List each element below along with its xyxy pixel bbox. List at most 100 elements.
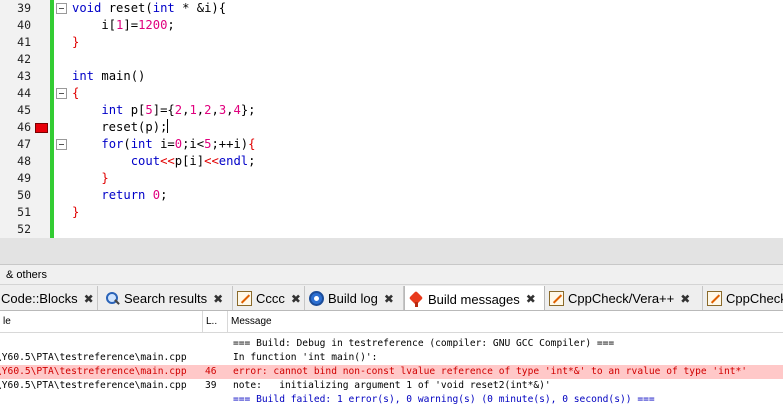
code-text[interactable]: i[1]=1200; <box>72 17 174 34</box>
line-number: 52 <box>17 222 31 236</box>
tab-label: Search results <box>124 291 208 306</box>
code-token: int <box>72 69 95 83</box>
close-icon[interactable]: ✖ <box>680 292 690 306</box>
search-icon <box>105 291 120 306</box>
code-token: 1200 <box>138 18 168 32</box>
code-line[interactable]: 51} <box>0 204 783 221</box>
code-text[interactable]: return 0; <box>72 187 167 204</box>
code-token: << <box>204 154 219 168</box>
code-line[interactable]: 46 reset(p); <box>0 119 783 136</box>
table-row[interactable]: === Build failed: 1 error(s), 0 warning(… <box>0 393 783 407</box>
code-text[interactable]: int main() <box>72 68 145 85</box>
tab-search-results[interactable]: Search results ✖ <box>101 286 233 310</box>
tab-cppcheck-vera[interactable]: CppCheck/Vera++ ✖ <box>545 286 703 310</box>
code-token: , <box>211 103 219 117</box>
cell-message: === Build: Debug in testreference (compi… <box>233 338 615 349</box>
table-row[interactable]: \Y60.5\PTA\testreference\main.cpp In func… <box>0 351 783 365</box>
code-text[interactable]: { <box>72 85 79 102</box>
code-line[interactable]: 43 int main() <box>0 68 783 85</box>
code-token: ( <box>123 137 131 151</box>
table-row[interactable]: \Y60.5\PTA\testreference\main.cpp 46 error… <box>0 365 783 379</box>
cell-message: In function 'int main()': <box>233 352 378 363</box>
line-number: 47 <box>17 137 31 151</box>
logs-tab-bar: Code::Blocks ✖ Search results ✖ Cccc ✖ Build l… <box>0 285 783 311</box>
tab-label: Code::Blocks <box>1 291 78 306</box>
tab-label: Cccc <box>256 291 285 306</box>
tab-cccc[interactable]: Cccc ✖ <box>233 286 305 310</box>
close-icon[interactable]: ✖ <box>213 292 223 306</box>
code-line[interactable]: 40 i[1]=1200; <box>0 17 783 34</box>
close-icon[interactable]: ✖ <box>84 292 94 306</box>
code-line[interactable]: 52 <box>0 221 783 238</box>
code-token: ]={ <box>152 103 175 117</box>
tab-build-log[interactable]: Build log ✖ <box>305 286 404 310</box>
code-text[interactable]: } <box>72 204 79 221</box>
editor-splitter[interactable] <box>0 238 783 265</box>
cell-line: 39 <box>205 380 217 391</box>
line-number: 39 <box>17 1 31 15</box>
code-token: ]= <box>123 18 139 32</box>
close-icon[interactable]: ✖ <box>526 292 536 306</box>
code-text[interactable]: int p[5]={2,1,2,3,4}; <box>72 102 255 119</box>
line-number: 45 <box>17 103 31 117</box>
line-number: 41 <box>17 35 31 49</box>
code-text[interactable]: void reset(int * &i){ <box>72 0 226 17</box>
code-text[interactable]: for(int i=0;i<5;++i){ <box>72 136 255 153</box>
code-line[interactable]: 48 cout<<p[i]<<endl; <box>0 153 783 170</box>
close-icon[interactable]: ✖ <box>384 292 394 306</box>
code-editor[interactable]: 39 void reset(int * &i){40 i[1]=1200; 41} 4… <box>0 0 783 238</box>
code-token: p[i] <box>174 154 205 168</box>
tab-build-messages[interactable]: Build messages ✖ <box>404 286 545 310</box>
fold-toggle-icon[interactable] <box>56 88 67 99</box>
table-header: le L.. Message <box>0 311 783 333</box>
error-marker-icon <box>35 123 48 133</box>
cell-file: \Y60.5\PTA\testreference\main.cpp <box>0 380 187 391</box>
column-header-line[interactable]: L.. <box>203 311 228 333</box>
code-line[interactable]: 44 { <box>0 85 783 102</box>
code-token: int <box>152 1 175 15</box>
tab-codeblocks[interactable]: Code::Blocks ✖ <box>0 286 98 310</box>
column-header-message[interactable]: Message <box>228 311 783 333</box>
code-token: 1 <box>189 103 197 117</box>
code-token: 5 <box>145 103 153 117</box>
code-text[interactable]: } <box>72 170 108 187</box>
code-line[interactable]: 42 <box>0 51 783 68</box>
code-token: cout <box>130 154 161 168</box>
fold-toggle-icon[interactable] <box>56 139 67 150</box>
code-token: int <box>130 137 153 151</box>
text-cursor <box>167 119 169 133</box>
code-text[interactable]: reset(p); <box>72 119 169 136</box>
code-token: main() <box>94 69 146 83</box>
code-token: for <box>101 137 124 151</box>
code-line[interactable]: 39 void reset(int * &i){ <box>0 0 783 17</box>
column-header-file[interactable]: le <box>0 311 203 333</box>
code-token: p[ <box>123 103 146 117</box>
code-line[interactable]: 50 return 0; <box>0 187 783 204</box>
cell-message: note: initializing argument 1 of 'void r… <box>233 380 551 391</box>
code-token: i[ <box>72 18 117 32</box>
table-row[interactable]: === Build: Debug in testreference (compi… <box>0 337 783 351</box>
code-token: ; <box>248 154 256 168</box>
fold-toggle-icon[interactable] <box>56 3 67 14</box>
code-text[interactable]: } <box>72 34 79 51</box>
table-row[interactable]: \Y60.5\PTA\testreference\main.cpp 39 note:… <box>0 379 783 393</box>
code-token: ;++i) <box>211 137 249 151</box>
code-line[interactable]: 41} <box>0 34 783 51</box>
cell-file: \Y60.5\PTA\testreference\main.cpp <box>0 366 187 377</box>
code-line[interactable]: 47 for(int i=0;i<5;++i){ <box>0 136 783 153</box>
code-text[interactable]: cout<<p[i]<<endl; <box>72 153 256 170</box>
code-line[interactable]: 49 } <box>0 170 783 187</box>
document-icon <box>549 291 564 306</box>
cell-message: error: cannot bind non-const lvalue refe… <box>233 366 748 377</box>
code-line[interactable]: 45 int p[5]={2,1,2,3,4}; <box>0 102 783 119</box>
build-messages-table: le L.. Message === Build: Debug in testr… <box>0 311 783 410</box>
code-token: int <box>101 103 124 117</box>
document-icon <box>707 291 722 306</box>
diamond-icon <box>409 292 424 307</box>
tab-cppcheck[interactable]: CppCheck/ <box>703 286 783 310</box>
close-icon[interactable]: ✖ <box>291 292 301 306</box>
tab-label: Build log <box>328 291 378 306</box>
cell-message: === Build failed: 1 error(s), 0 warning(… <box>233 394 655 405</box>
